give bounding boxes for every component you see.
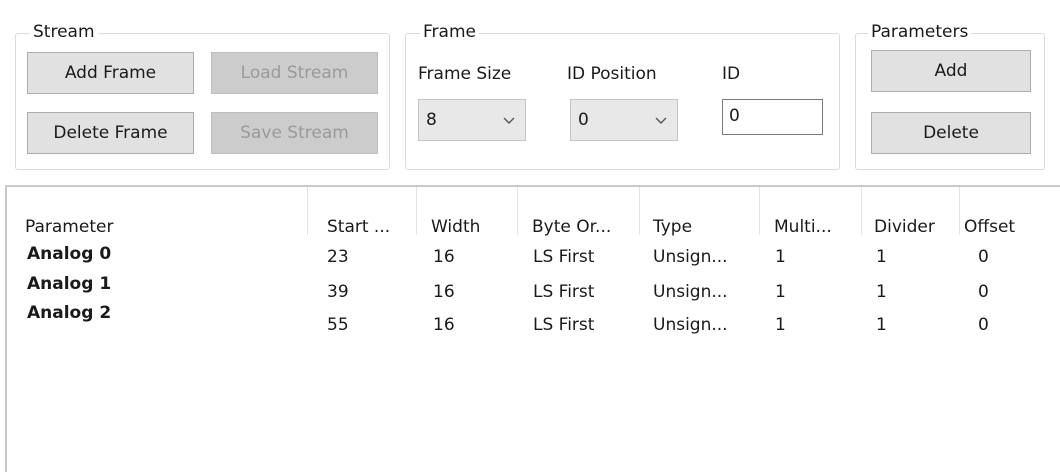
column-header-parameter[interactable]: Parameter bbox=[25, 217, 113, 237]
column-header-start[interactable]: Start ... bbox=[327, 217, 390, 237]
table-cell: Unsign... bbox=[653, 315, 728, 335]
delete-parameter-button[interactable]: Delete bbox=[871, 112, 1031, 154]
header-divider[interactable] bbox=[959, 187, 960, 235]
column-header-multiplier[interactable]: Multi... bbox=[774, 217, 832, 237]
frame-group-title: Frame bbox=[420, 22, 479, 42]
column-header-divider[interactable]: Divider bbox=[874, 217, 935, 237]
table-cell: 0 bbox=[978, 282, 989, 302]
table-cell: 23 bbox=[327, 247, 349, 267]
header-divider[interactable] bbox=[517, 187, 518, 235]
table-cell: 1 bbox=[775, 282, 786, 302]
column-header-byte-order[interactable]: Byte Or... bbox=[532, 217, 611, 237]
header-divider[interactable] bbox=[861, 187, 862, 235]
table-cell: 1 bbox=[876, 247, 887, 267]
table-cell: 16 bbox=[433, 247, 455, 267]
row-name-analog-1[interactable]: Analog 1 bbox=[27, 274, 111, 294]
header-divider[interactable] bbox=[759, 187, 760, 235]
row-name-analog-2[interactable]: Analog 2 bbox=[27, 303, 111, 323]
table-cell: Unsign... bbox=[653, 282, 728, 302]
frame-size-label: Frame Size bbox=[418, 64, 512, 84]
table-cell: 1 bbox=[775, 315, 786, 335]
table-cell: Unsign... bbox=[653, 247, 728, 267]
id-label: ID bbox=[722, 64, 741, 84]
save-stream-button[interactable]: Save Stream bbox=[211, 112, 378, 154]
frame-size-dropdown[interactable]: 8 bbox=[418, 99, 526, 141]
column-header-type[interactable]: Type bbox=[653, 217, 692, 237]
table-cell: 0 bbox=[978, 315, 989, 335]
stream-group-title: Stream bbox=[30, 22, 98, 42]
header-divider[interactable] bbox=[307, 187, 308, 235]
table-cell: 16 bbox=[433, 282, 455, 302]
id-position-dropdown[interactable]: 0 bbox=[570, 99, 678, 141]
row-name-analog-0[interactable]: Analog 0 bbox=[27, 244, 111, 264]
column-header-offset[interactable]: Offset bbox=[964, 217, 1015, 237]
parameter-list[interactable]: Parameter Start ... Width Byte Or... Typ… bbox=[5, 185, 1060, 472]
frame-size-value: 8 bbox=[426, 110, 437, 130]
id-position-label: ID Position bbox=[567, 64, 657, 84]
table-cell: LS First bbox=[533, 315, 595, 335]
parameters-group-title: Parameters bbox=[868, 22, 972, 42]
id-position-value: 0 bbox=[578, 110, 589, 130]
chevron-down-icon bbox=[503, 110, 515, 130]
load-stream-button[interactable]: Load Stream bbox=[211, 52, 378, 94]
header-divider[interactable] bbox=[416, 187, 417, 235]
header-divider[interactable] bbox=[639, 187, 640, 235]
chevron-down-icon bbox=[655, 110, 667, 130]
table-cell: 1 bbox=[876, 282, 887, 302]
add-parameter-button[interactable]: Add bbox=[871, 50, 1031, 92]
id-input[interactable]: 0 bbox=[722, 99, 823, 135]
delete-frame-button[interactable]: Delete Frame bbox=[27, 112, 194, 154]
table-cell: LS First bbox=[533, 282, 595, 302]
table-cell: 1 bbox=[775, 247, 786, 267]
table-cell: 55 bbox=[327, 315, 349, 335]
table-cell: LS First bbox=[533, 247, 595, 267]
table-cell: 1 bbox=[876, 315, 887, 335]
table-cell: 16 bbox=[433, 315, 455, 335]
table-cell: 39 bbox=[327, 282, 349, 302]
column-header-width[interactable]: Width bbox=[431, 217, 480, 237]
table-cell: 0 bbox=[978, 247, 989, 267]
add-frame-button[interactable]: Add Frame bbox=[27, 52, 194, 94]
